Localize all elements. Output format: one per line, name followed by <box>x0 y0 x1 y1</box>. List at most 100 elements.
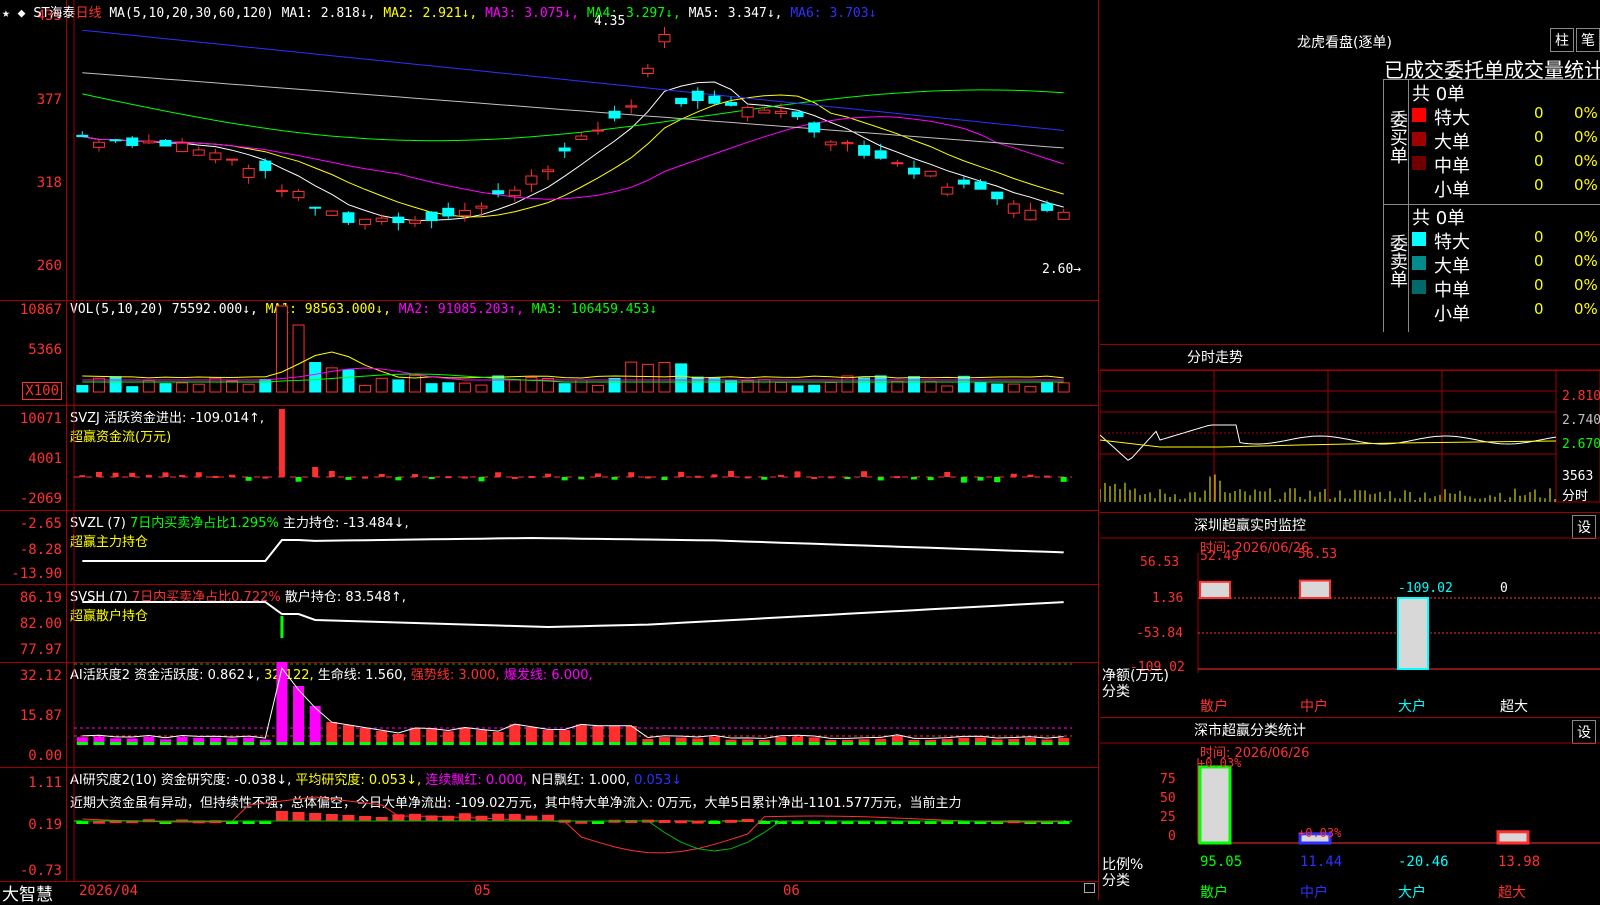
activity-base <box>692 742 704 745</box>
activity-base <box>492 742 504 745</box>
lock-icon[interactable] <box>1084 883 1095 893</box>
category-label: 散户 <box>1200 885 1228 901</box>
activity-base <box>110 742 122 745</box>
svzl-chart[interactable] <box>0 510 1098 584</box>
candle-body <box>542 169 555 173</box>
activity-base <box>758 742 770 745</box>
color-swatch <box>1412 132 1426 146</box>
flow-bar <box>877 477 884 481</box>
category-label: 大户 <box>1398 885 1426 901</box>
volume-bar <box>475 384 488 393</box>
svsh-chart[interactable] <box>0 584 1098 662</box>
sz-monitor-xlabel: 分类 <box>1102 684 1130 700</box>
flow-bar <box>478 477 485 482</box>
flow-bar <box>777 474 784 477</box>
activity-base <box>409 742 421 745</box>
activity-base <box>1041 742 1053 745</box>
candle-body <box>691 90 704 102</box>
sz-class-panel: 深市超赢分类统计 设 时间: 2026/06/26 75 50 25 0 +0.… <box>1100 717 1600 901</box>
activity-base <box>1024 742 1036 745</box>
activity-bar <box>509 724 521 744</box>
flow-bar <box>561 477 568 481</box>
research-bar <box>309 813 322 821</box>
ai-activity-panel[interactable]: 32.12 15.87 0.00 AI活跃度2 资金活跃度: 0.862↓, 3… <box>0 662 1098 768</box>
activity-base <box>841 742 853 745</box>
sz-class-xlabel: 分类 <box>1102 873 1130 889</box>
flow-bar <box>761 477 768 480</box>
kline-panel[interactable]: 435 377 318 260 ★ ◆ ST海泰日线 MA(5,10,20,30… <box>0 0 1098 301</box>
flow-bar <box>628 472 635 477</box>
candle-body <box>442 207 455 217</box>
y-label: 0 <box>1168 829 1176 844</box>
monitor-bar <box>1299 579 1331 600</box>
volume-bar <box>774 381 787 393</box>
ai-research-chart[interactable] <box>0 767 1098 881</box>
buy-label: 委买单 <box>1387 110 1408 164</box>
flow-bar <box>711 474 718 477</box>
svzj-panel[interactable]: 10071 4001 -2069 SVZJ 活跃资金进出: -109.014↑,… <box>0 405 1098 511</box>
y-label: 56.53 <box>1140 555 1180 570</box>
candle-body <box>991 191 1004 200</box>
flow-bar <box>977 477 984 481</box>
y-label: -53.84 <box>1136 626 1183 641</box>
ai-research-panel[interactable]: 1.11 0.19 -0.73 AI研究度2(10) 资金研究度: -0.038… <box>0 767 1098 881</box>
order-count: 0 <box>1534 128 1544 146</box>
order-pct: 0% <box>1574 152 1598 170</box>
flow-bar <box>262 476 269 479</box>
intraday-y-label: 2.810 <box>1562 389 1600 404</box>
candle-body <box>142 140 155 144</box>
order-count: 0 <box>1534 252 1544 270</box>
bar-mode-button[interactable]: 柱 <box>1550 28 1574 52</box>
value-label: 11.44 <box>1300 854 1343 870</box>
value-label: 52.49 <box>1200 549 1240 564</box>
volume-bar <box>874 375 887 393</box>
candle-body <box>558 147 571 152</box>
kline-chart[interactable] <box>0 0 1098 300</box>
volume-bar <box>458 382 471 393</box>
svsh-panel[interactable]: 86.19 82.00 77.97 SVSH (7) 7日内买卖净占比0.722… <box>0 584 1098 663</box>
activity-bar <box>609 726 621 744</box>
color-swatch <box>1412 304 1426 318</box>
volume-bar <box>808 384 821 393</box>
value-label: -20.46 <box>1398 854 1449 870</box>
volume-bar <box>941 385 954 393</box>
intraday-y-label: 2.670 <box>1562 437 1600 452</box>
value-label: 56.53 <box>1298 547 1338 562</box>
buy-total: 共 0单 <box>1412 84 1466 105</box>
candle-body <box>708 95 721 104</box>
flow-bar <box>744 476 751 479</box>
research-bar <box>342 815 355 821</box>
flow-bar <box>661 477 668 481</box>
intraday-chart[interactable] <box>1100 345 1600 513</box>
volume-chart[interactable] <box>0 300 1098 405</box>
candle-body <box>1041 203 1054 211</box>
activity-bar <box>559 730 571 744</box>
tick-mode-button[interactable]: 笔 <box>1576 28 1600 52</box>
activity-bar <box>459 727 471 744</box>
activity-bar <box>342 725 354 744</box>
activity-base <box>742 742 754 745</box>
activity-base <box>342 742 354 745</box>
svzj-chart[interactable] <box>0 405 1098 510</box>
volume-bar <box>675 363 688 393</box>
volume-bar <box>442 382 455 393</box>
activity-base <box>276 742 288 745</box>
candle-body <box>309 206 322 209</box>
svzl-panel[interactable]: -2.65 -8.28 -13.90 SVZL (7) 7日内买卖净占比1.29… <box>0 510 1098 585</box>
date-tick: 05 <box>474 883 491 899</box>
activity-base <box>775 742 787 745</box>
candle-body <box>741 106 754 118</box>
candle-body <box>508 189 521 197</box>
flow-bar <box>994 477 1001 483</box>
candle-body <box>1024 209 1037 221</box>
intraday-panel[interactable]: 分时走势 2.810 2.740 2.670 3563 分时 <box>1100 344 1600 513</box>
candle-body <box>841 142 854 145</box>
activity-base <box>958 742 970 745</box>
order-pct: 0% <box>1574 300 1598 318</box>
activity-bar <box>276 662 288 744</box>
ai-activity-chart[interactable] <box>0 662 1098 767</box>
y-label: 50 <box>1160 791 1176 806</box>
volume-panel[interactable]: 10867 5366 X100 VOL(5,10,20) 75592.000↓,… <box>0 300 1098 406</box>
candle-body <box>109 139 122 142</box>
flow-bar <box>328 471 335 477</box>
